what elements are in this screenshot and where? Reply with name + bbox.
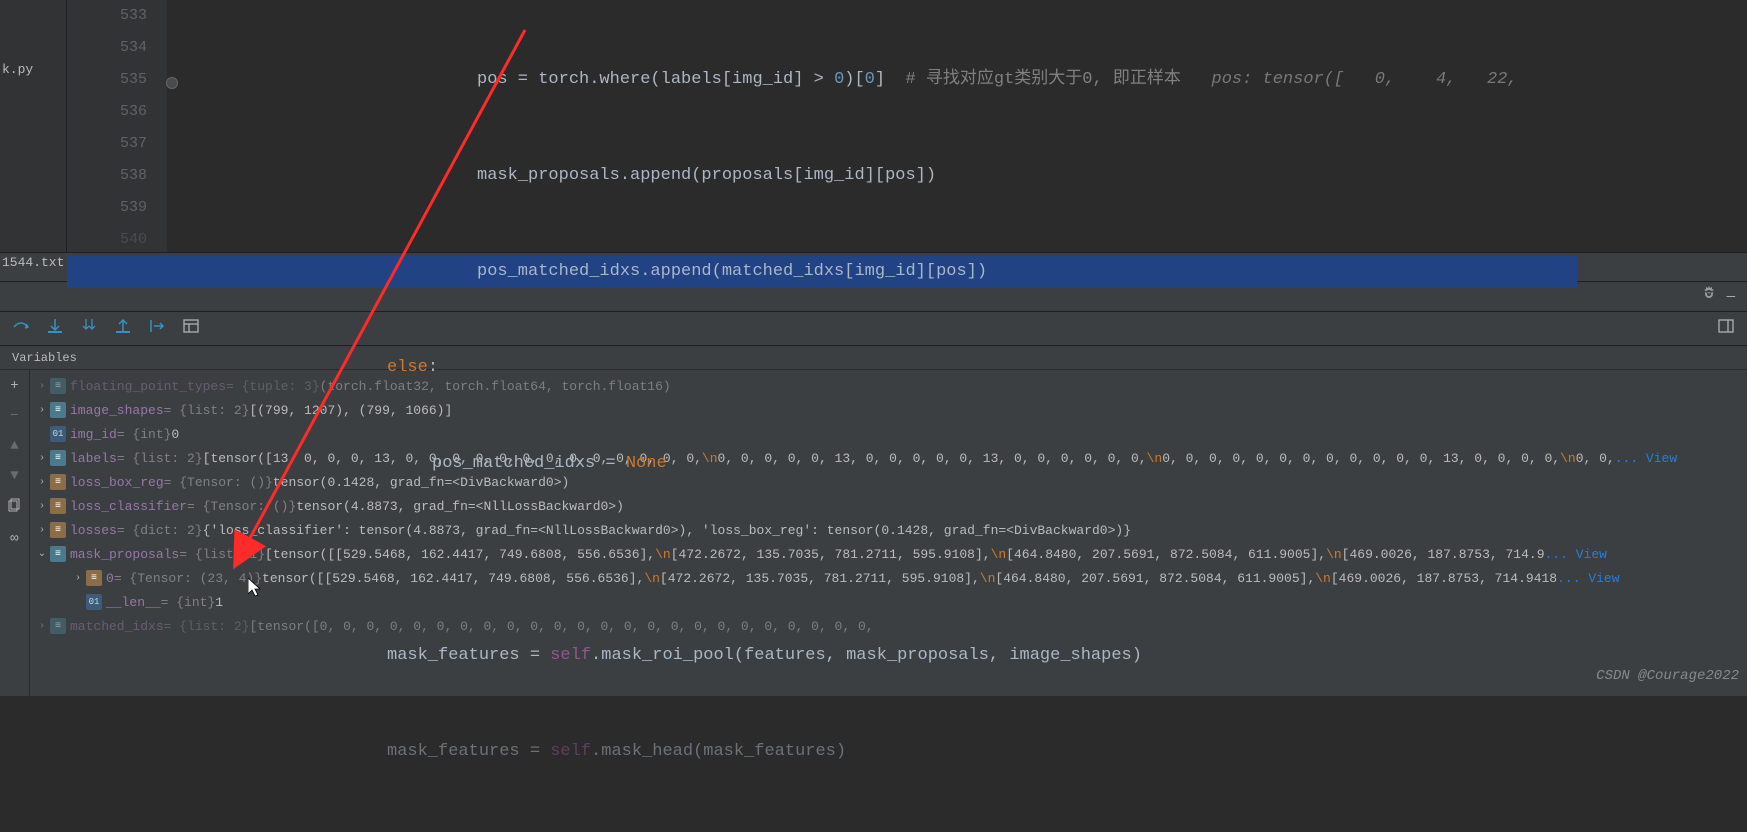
code-line[interactable]: mask_features = self.mask_head(mask_feat… — [237, 736, 1747, 768]
line-number: 539 — [67, 192, 147, 224]
code-line[interactable]: mask_proposals.append(proposals[img_id][… — [237, 160, 1747, 192]
breakpoint-marker[interactable] — [166, 77, 178, 89]
copy-icon[interactable] — [8, 498, 22, 517]
code-line[interactable]: pos_matched_idxs = None — [237, 448, 1747, 480]
code-editor[interactable]: 533 534 535 536 537 538 539 540 pos = to… — [67, 0, 1747, 252]
add-watch-icon[interactable]: + — [10, 378, 18, 394]
line-number: 535 — [67, 64, 147, 96]
step-over-icon[interactable] — [12, 317, 30, 340]
list-icon: ≡ — [50, 450, 66, 466]
list-icon: ≡ — [50, 618, 66, 634]
line-number: 534 — [67, 32, 147, 64]
file-tab[interactable]: k.py — [2, 62, 33, 77]
link-icon[interactable]: ∞ — [10, 531, 18, 547]
mouse-cursor — [248, 578, 264, 603]
variables-sidebar: + − ▲ ▼ ∞ — [0, 370, 30, 696]
code-line[interactable]: mask_features = self.mask_roi_pool(featu… — [237, 640, 1747, 672]
int-icon: 01 — [50, 426, 66, 442]
code-line-active[interactable]: pos_matched_idxs.append(matched_idxs[img… — [67, 256, 1577, 288]
line-number: 537 — [67, 128, 147, 160]
step-out-icon[interactable] — [114, 317, 132, 340]
up-icon[interactable]: ▲ — [10, 438, 18, 454]
tensor-icon: ≡ — [50, 474, 66, 490]
list-icon: ≡ — [50, 402, 66, 418]
watermark: CSDN @Courage2022 — [1596, 668, 1739, 684]
code-line[interactable] — [237, 544, 1747, 576]
tensor-icon: ≡ — [86, 570, 102, 586]
dict-icon: ≡ — [50, 522, 66, 538]
tensor-icon: ≡ — [50, 498, 66, 514]
down-icon[interactable]: ▼ — [10, 468, 18, 484]
run-to-cursor-icon[interactable] — [148, 317, 166, 340]
list-icon: ≡ — [50, 546, 66, 562]
variable-row[interactable]: › ≡ matched_idxs = {list: 2} [tensor([0,… — [30, 614, 1747, 638]
step-into-icon[interactable] — [46, 317, 64, 340]
file-tab[interactable]: 1544.txt — [2, 255, 64, 270]
remove-watch-icon[interactable]: − — [10, 408, 18, 424]
force-step-into-icon[interactable] — [80, 317, 98, 340]
line-number-gutter: 533 534 535 536 537 538 539 540 — [67, 0, 167, 252]
line-number: 536 — [67, 96, 147, 128]
code-line[interactable]: pos = torch.where(labels[img_id] > 0)[0]… — [237, 64, 1747, 96]
project-gutter — [0, 0, 67, 252]
list-icon: ≡ — [50, 378, 66, 394]
line-number: 540 — [67, 224, 147, 256]
variable-row[interactable]: › ≡ floating_point_types = {tuple: 3} (t… — [30, 374, 1747, 398]
int-icon: 01 — [86, 594, 102, 610]
line-number: 538 — [67, 160, 147, 192]
line-number: 533 — [67, 0, 147, 32]
evaluate-expression-icon[interactable] — [182, 317, 200, 340]
